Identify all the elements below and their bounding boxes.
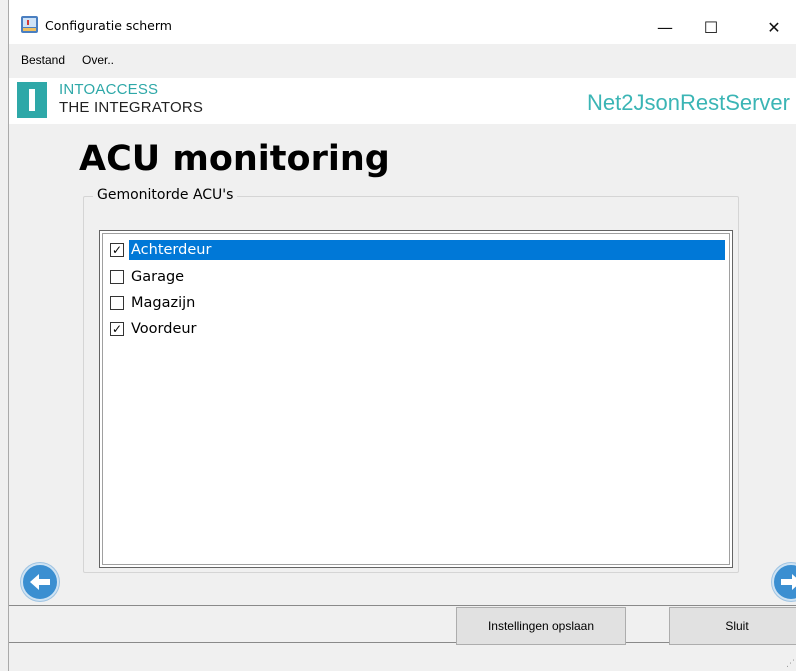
group-label: Gemonitorde ACU's bbox=[93, 187, 238, 203]
maximize-button[interactable]: ☐ bbox=[688, 10, 734, 44]
logo-company-name: INTOACCESS bbox=[59, 81, 159, 98]
list-item[interactable]: ✓ Achterdeur bbox=[106, 237, 725, 263]
list-item-label: Voordeur bbox=[131, 321, 197, 337]
logo-tagline: THE INTEGRATORS bbox=[59, 99, 204, 116]
title-bar: Configuratie scherm — ☐ ✕ bbox=[9, 0, 796, 44]
save-settings-button[interactable]: Instellingen opslaan bbox=[456, 607, 626, 645]
resize-grip-icon[interactable]: ⋰ bbox=[786, 659, 795, 669]
status-bar: ⋰ bbox=[9, 646, 796, 671]
close-window-button[interactable]: ✕ bbox=[751, 10, 796, 44]
list-item-label: Garage bbox=[131, 269, 185, 285]
list-item-label: Magazijn bbox=[131, 295, 196, 311]
checkbox-garage[interactable] bbox=[110, 270, 124, 284]
window-title: Configuratie scherm bbox=[45, 18, 172, 33]
list-item-label: Achterdeur bbox=[129, 240, 725, 260]
list-item[interactable]: Garage bbox=[106, 264, 188, 290]
list-item[interactable]: Magazijn bbox=[106, 290, 199, 316]
acu-list-inner: ✓ Achterdeur Garage Magazijn ✓ Voordeur bbox=[102, 233, 730, 565]
acu-checked-list[interactable]: ✓ Achterdeur Garage Magazijn ✓ Voordeur bbox=[99, 230, 733, 568]
menu-bar: Bestand Over.. bbox=[9, 44, 796, 78]
close-button[interactable]: Sluit bbox=[669, 607, 796, 645]
checkbox-magazijn[interactable] bbox=[110, 296, 124, 310]
menu-item-bestand[interactable]: Bestand bbox=[21, 53, 65, 67]
checkbox-voordeur[interactable]: ✓ bbox=[110, 322, 124, 336]
next-button[interactable] bbox=[772, 563, 796, 601]
config-window: Configuratie scherm — ☐ ✕ Bestand Over..… bbox=[8, 0, 796, 671]
checkbox-achterdeur[interactable]: ✓ bbox=[110, 243, 124, 257]
back-button[interactable] bbox=[21, 563, 59, 601]
arrow-left-icon bbox=[23, 565, 57, 599]
page-title: ACU monitoring bbox=[79, 139, 390, 179]
menu-item-over[interactable]: Over.. bbox=[82, 53, 114, 67]
arrow-right-icon bbox=[774, 565, 796, 599]
list-item[interactable]: ✓ Voordeur bbox=[106, 316, 201, 342]
product-name: Net2JsonRestServer bbox=[587, 90, 790, 115]
app-icon bbox=[21, 16, 38, 33]
intoaccess-logo-icon bbox=[17, 82, 47, 118]
minimize-button[interactable]: — bbox=[642, 10, 688, 44]
